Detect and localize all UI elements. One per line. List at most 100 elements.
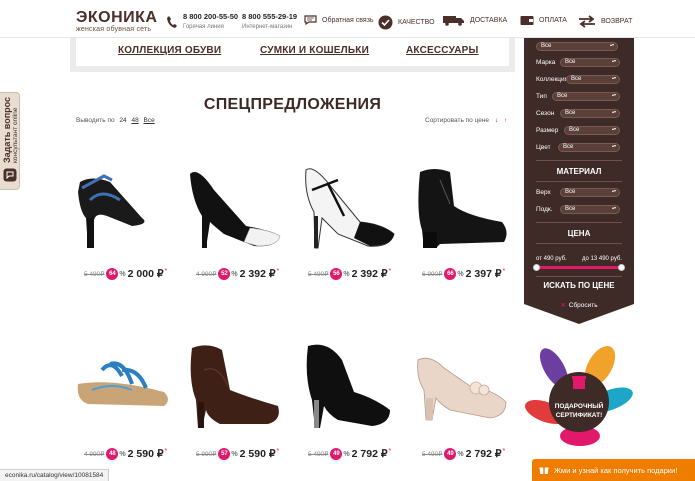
price-slider-max-handle[interactable] (618, 264, 625, 271)
reset-label: Сбросить (568, 302, 598, 309)
discount-percent: % (231, 270, 238, 278)
price-asterisk: * (164, 447, 168, 455)
sale-price: 2 392 ₽ (351, 268, 388, 280)
nav-shoes[interactable]: КОЛЛЕКЦИЯ ОБУВИ (118, 45, 221, 56)
reset-filters-link[interactable]: ✕ Сбросить (524, 301, 634, 309)
filter-select[interactable]: Все (564, 126, 620, 135)
price-asterisk: * (276, 447, 280, 455)
gift-icon (539, 467, 549, 474)
sale-price: 2 392 ₽ (239, 268, 276, 280)
filter-select[interactable]: Все (560, 205, 620, 214)
per-page-label: Выводить по (76, 117, 115, 124)
price-range-labels: от 490 руб. до 13 490 руб. (536, 256, 622, 262)
sale-price: 2 590 ₽ (239, 448, 276, 460)
logo[interactable]: ЭКОНИКА женская обувная сеть (76, 10, 157, 34)
filter-label: Марка (536, 59, 556, 66)
gift-title-line1: ПОДАРОЧНЫЙ (554, 403, 604, 410)
product-image-tstrap-white-black[interactable] (298, 160, 402, 250)
per-page-48[interactable]: 48 (131, 117, 138, 124)
gift-promo-bar[interactable]: Жми и узнай как получить подарки! (532, 459, 695, 481)
filter-row-collection: Коллекция Все (536, 75, 620, 84)
sale-price: 2 792 ₽ (351, 448, 388, 460)
price-asterisk: * (388, 267, 392, 275)
nav-accessories[interactable]: АКСЕССУАРЫ (406, 45, 479, 56)
filter-top-select[interactable]: Все (536, 42, 618, 51)
discount-badge: 49 (330, 448, 343, 460)
chat-icon[interactable] (3, 168, 17, 182)
discount-badge: 64 (106, 268, 119, 280)
price-asterisk: * (388, 447, 392, 455)
old-price: 6 990₽ (422, 271, 443, 278)
phone2-number: 8 800 555-29-19 (242, 12, 298, 21)
old-price: 5 490₽ (84, 271, 105, 278)
nav-bags[interactable]: СУМКИ И КОШЕЛЬКИ (260, 45, 369, 56)
filter-select[interactable]: Все (558, 143, 620, 152)
product-image-peeptoe-black-suede[interactable] (298, 340, 402, 430)
filter-divider (536, 181, 622, 182)
per-page-all[interactable]: Все (144, 117, 155, 124)
feedback-link[interactable]: Обратная связь (304, 15, 374, 25)
category-nav: КОЛЛЕКЦИЯ ОБУВИ СУМКИ И КОШЕЛЬКИ АКСЕССУ… (70, 38, 515, 72)
wallet-icon (520, 16, 534, 25)
sale-price: 2 792 ₽ (465, 448, 502, 460)
sort-asc-arrow-icon[interactable]: ↑ (504, 117, 507, 124)
old-price: 5 490₽ (422, 451, 443, 458)
filter-select[interactable]: Все (566, 75, 620, 84)
filter-row-brand: Марка Все (536, 58, 620, 67)
gift-certificate-promo[interactable]: ПОДАРОЧНЫЙ СЕРТИФИКАТ! (524, 340, 634, 450)
filter-row-lining: Подк. Все (536, 205, 620, 214)
feedback-label: Обратная связь (322, 16, 374, 24)
price-slider-min-handle[interactable] (533, 264, 540, 271)
discount-percent: % (343, 270, 350, 278)
sale-price: 2 000 ₽ (127, 268, 164, 280)
payment-link[interactable]: ОПЛАТА (520, 15, 567, 26)
sort-desc-arrow-icon[interactable]: ↓ (495, 117, 498, 124)
filter-label: Верх (536, 189, 551, 196)
delivery-link[interactable]: ДОСТАВКА (443, 15, 507, 26)
product-image-sandal-blue-flat[interactable] (72, 340, 176, 430)
filter-select[interactable]: Все (560, 188, 620, 197)
sort-label: Сортировать по цене (425, 117, 490, 124)
payment-label: ОПЛАТА (539, 17, 567, 24)
returns-link[interactable]: ВОЗВРАТ (578, 15, 632, 28)
product-image-pump-beige-bow[interactable] (410, 340, 514, 430)
returns-label: ВОЗВРАТ (601, 18, 633, 25)
filter-select[interactable]: Все (552, 92, 620, 101)
discount-percent: % (457, 450, 464, 458)
filter-row-color: Цвет Все (536, 143, 620, 152)
browser-status-url: econika.ru/catalog/view/10081584 (0, 469, 110, 481)
per-page-selector: Выводить по 24 48 Все (76, 117, 158, 124)
site-header: ЭКОНИКА женская обувная сеть 8 800 200-5… (0, 0, 695, 38)
filter-select[interactable]: Все (560, 109, 620, 118)
filter-row-size: Размер Все (536, 126, 620, 135)
product-image-sandal-black-blue[interactable] (72, 160, 176, 250)
per-page-24[interactable]: 24 (119, 117, 126, 124)
gift-shoes-image (525, 346, 633, 446)
search-by-price-button[interactable]: ИСКАТЬ ПО ЦЕНЕ (524, 281, 634, 290)
filter-label: Коллекция (536, 76, 569, 83)
product-image-slingback-black-white[interactable] (184, 160, 288, 250)
price-asterisk: * (164, 267, 168, 275)
shop-phone[interactable]: 8 800 555-29-19 Интернет-магазин (242, 12, 297, 32)
discount-badge: 56 (330, 268, 343, 280)
sale-price: 2 590 ₽ (127, 448, 164, 460)
price-slider[interactable] (533, 264, 625, 271)
filter-select[interactable]: Все (560, 58, 620, 67)
old-price: 5 990₽ (196, 451, 217, 458)
price-asterisk: * (502, 267, 506, 275)
product-image-ankle-boot-black[interactable] (410, 160, 514, 250)
price-from: от 490 руб. (536, 256, 567, 262)
old-price: 5 490₽ (308, 451, 329, 458)
quality-check-icon (378, 15, 393, 30)
old-price: 5 490₽ (308, 271, 329, 278)
filter-label: Подк. (536, 206, 553, 213)
gift-title-line2: СЕРТИФИКАТ! (555, 412, 603, 419)
quality-link[interactable]: КАЧЕСТВО (378, 15, 435, 30)
product-image-oxford-heel-brown[interactable] (184, 340, 288, 430)
discount-percent: % (457, 270, 464, 278)
filter-divider (536, 222, 622, 223)
price-to: до 13 490 руб. (582, 256, 622, 262)
hotline-phone[interactable]: 8 800 200-55-50 Горячая линия (166, 12, 238, 32)
page-title: СПЕЦПРЕДЛОЖЕНИЯ (203, 96, 382, 113)
discount-badge: 66 (444, 268, 457, 280)
